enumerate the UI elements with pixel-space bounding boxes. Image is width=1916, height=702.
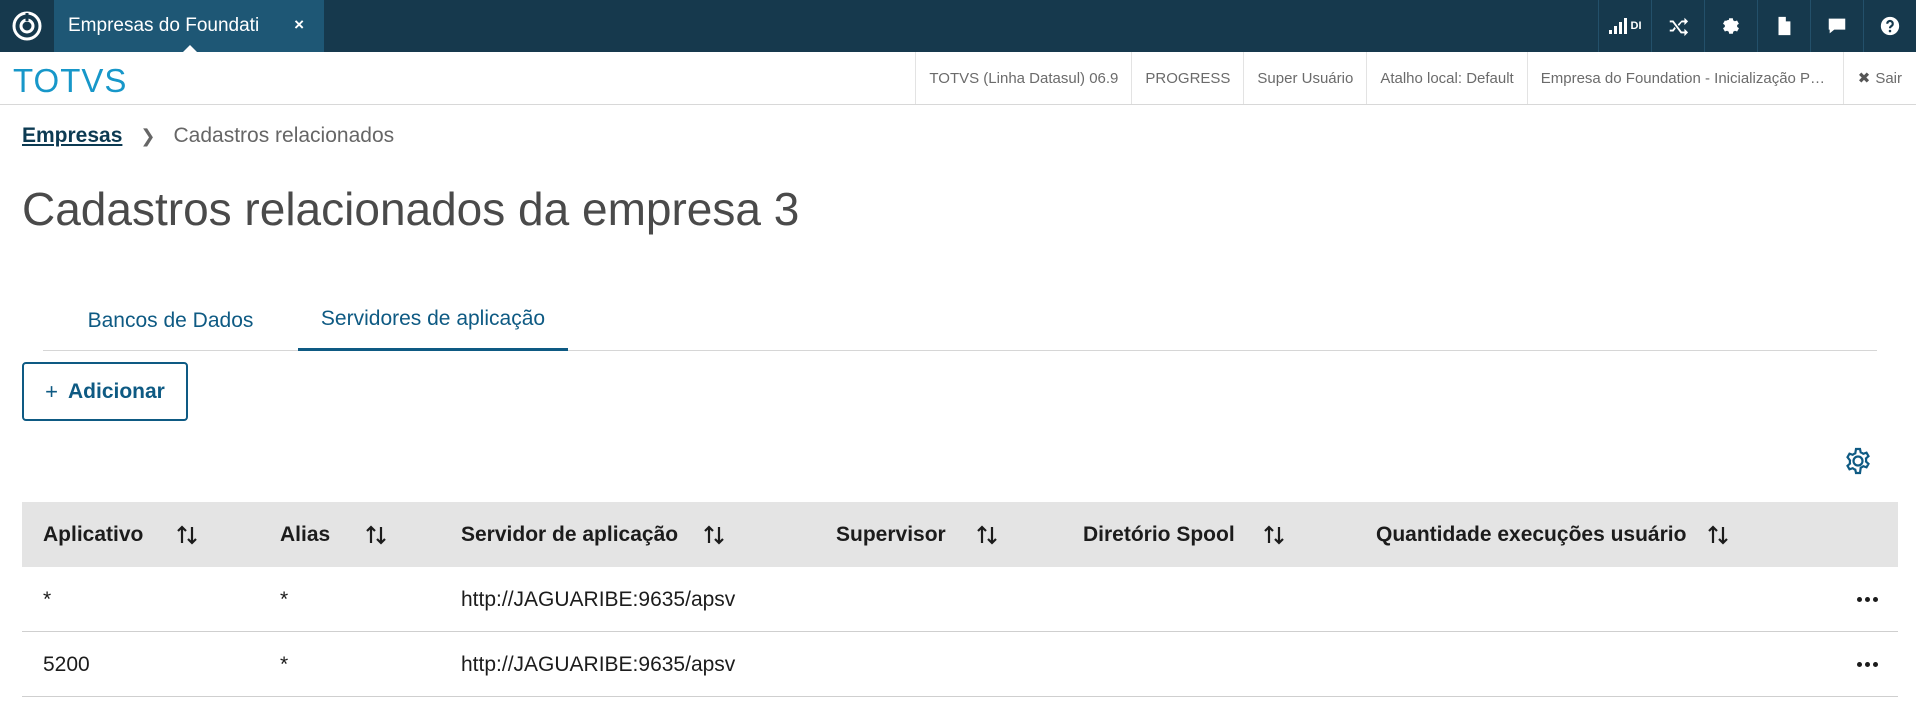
column-header-servidor[interactable]: Servidor de aplicação (461, 502, 678, 567)
add-button[interactable]: + Adicionar (22, 362, 188, 421)
signal-label: DI (1630, 20, 1642, 32)
cell-alias: * (280, 587, 289, 611)
more-actions-icon[interactable] (1852, 652, 1882, 676)
table-row[interactable]: * * http://JAGUARIBE:9635/apsv (22, 567, 1898, 632)
cell-servidor: http://JAGUARIBE:9635/apsv (461, 652, 736, 676)
tab-bancos-de-dados[interactable]: Bancos de Dados (43, 290, 298, 351)
company-info[interactable]: Empresa do Foundation - Inicialização Pr… (1526, 52, 1843, 104)
breadcrumb-current: Cadastros relacionados (173, 124, 395, 147)
chevron-right-icon: ❯ (140, 125, 156, 146)
more-actions-icon[interactable] (1852, 587, 1882, 611)
sort-icon[interactable] (1706, 523, 1730, 547)
column-header-alias[interactable]: Alias (280, 502, 330, 567)
sort-icon[interactable] (975, 523, 999, 547)
logout-label: Sair (1875, 69, 1902, 87)
totvs-logo-icon[interactable] (0, 0, 54, 52)
breadcrumb-link-empresas[interactable]: Empresas (22, 124, 122, 148)
close-icon[interactable]: × (294, 15, 304, 35)
top-bar: Empresas do Foundation × DI (0, 0, 1916, 53)
table-row[interactable]: 5200 * http://JAGUARIBE:9635/apsv (22, 632, 1898, 697)
tab-bar: Bancos de Dados Servidores de aplicação (43, 290, 1877, 351)
plus-icon: + (45, 378, 58, 404)
brand-logo: TOTVS (13, 62, 128, 99)
tab-servidores-de-aplicacao[interactable]: Servidores de aplicação (298, 290, 568, 351)
sort-icon[interactable] (175, 523, 199, 547)
column-header-supervisor[interactable]: Supervisor (836, 502, 946, 567)
shuffle-icon[interactable] (1651, 0, 1704, 52)
column-header-aplicativo[interactable]: Aplicativo (43, 502, 143, 567)
sort-icon[interactable] (364, 523, 388, 547)
shortcut-info[interactable]: Atalho local: Default (1366, 52, 1526, 104)
company-label: Empresa do Foundation - Inicialização Pr… (1540, 69, 1830, 87)
sort-icon[interactable] (1262, 523, 1286, 547)
chat-icon[interactable] (1810, 0, 1863, 52)
help-icon[interactable] (1863, 0, 1916, 52)
sort-icon[interactable] (702, 523, 726, 547)
column-header-diretorio-spool[interactable]: Diretório Spool (1083, 502, 1235, 567)
app-header: TOTVS TOTVS (Linha Datasul) 06.9 PROGRES… (0, 52, 1916, 105)
app-tab-title: Empresas do Foundation (68, 15, 258, 36)
top-toolbar: DI (1598, 0, 1916, 52)
logout-button[interactable]: ✖ Sair (1842, 52, 1916, 104)
user-info[interactable]: Super Usuário (1243, 52, 1366, 104)
breadcrumb: Empresas ❯ Cadastros relacionados (22, 124, 394, 148)
page-title: Cadastros relacionados da empresa 3 (22, 183, 800, 235)
cell-servidor: http://JAGUARIBE:9635/apsv (461, 587, 736, 611)
column-header-quantidade[interactable]: Quantidade execuções usuário (1376, 502, 1686, 567)
app-tab-empresas[interactable]: Empresas do Foundation × (54, 0, 324, 53)
table-settings-gear-icon[interactable] (1843, 446, 1873, 476)
servers-table: Aplicativo Alias Servidor de aplicação S… (22, 502, 1898, 697)
cell-aplicativo: 5200 (43, 652, 90, 676)
gear-icon[interactable] (1704, 0, 1757, 52)
add-button-label: Adicionar (68, 379, 165, 403)
close-icon: ✖ (1857, 70, 1871, 87)
session-info: TOTVS (Linha Datasul) 06.9 PROGRESS Supe… (915, 52, 1916, 104)
version-info: TOTVS (Linha Datasul) 06.9 (915, 52, 1131, 104)
table-header: Aplicativo Alias Servidor de aplicação S… (22, 502, 1898, 567)
document-icon[interactable] (1757, 0, 1810, 52)
cell-aplicativo: * (43, 587, 52, 611)
signal-icon[interactable]: DI (1598, 0, 1651, 52)
database-info: PROGRESS (1131, 52, 1243, 104)
cell-alias: * (280, 652, 289, 676)
